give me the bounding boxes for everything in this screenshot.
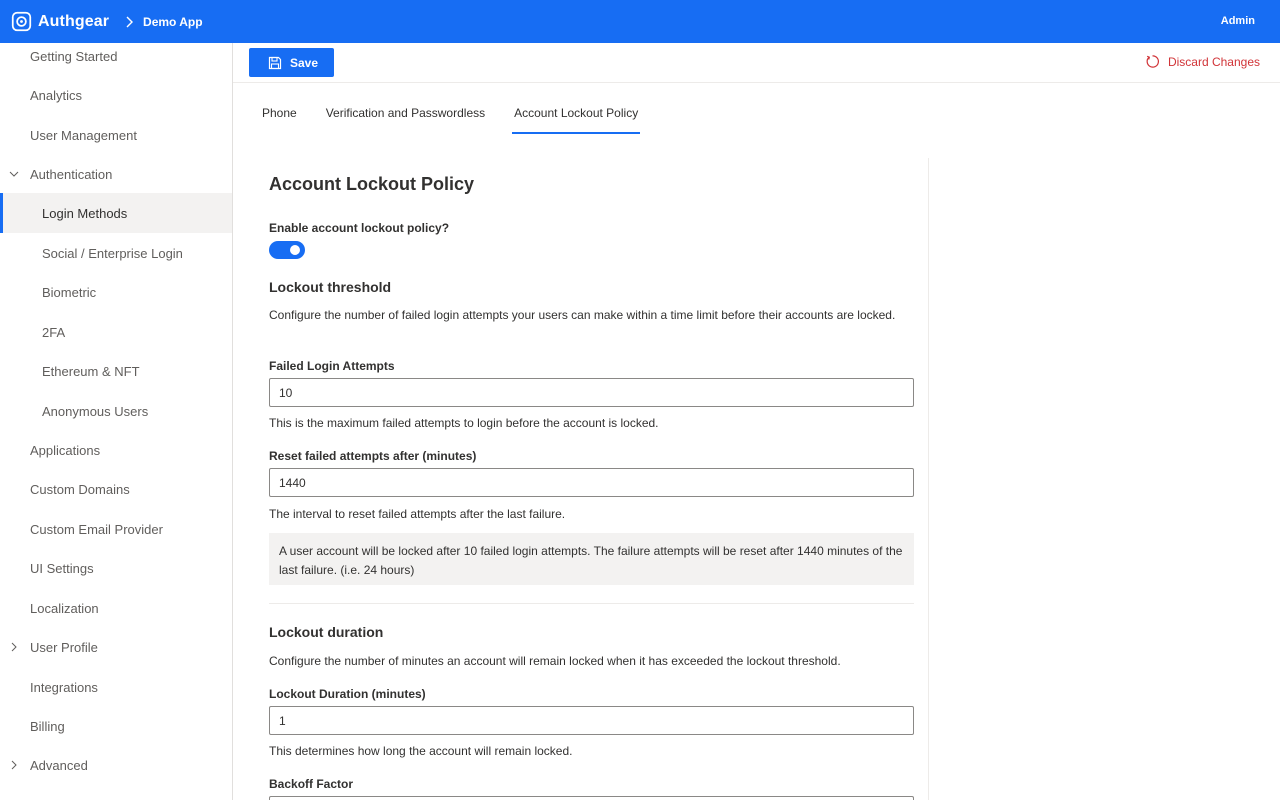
sidebar-item-applications[interactable]: Applications (0, 430, 232, 470)
sidebar-item-label: Custom Email Provider (30, 521, 163, 537)
sidebar-item-label: Advanced (30, 757, 88, 773)
tab-phone[interactable]: Phone (262, 106, 297, 134)
lockout-duration-label: Lockout Duration (minutes) (269, 687, 426, 701)
chevron-down-icon (9, 171, 19, 177)
sidebar-item-authentication[interactable]: Authentication (0, 154, 232, 194)
lockout-threshold-description: Configure the number of failed login att… (269, 308, 896, 322)
sidebar-item-label: Login Methods (42, 205, 128, 221)
sidebar-item-getting-started[interactable]: Getting Started (0, 43, 232, 76)
sidebar-item-2fa[interactable]: 2FA (0, 312, 232, 352)
sidebar-item-login-methods[interactable]: Login Methods (0, 193, 232, 233)
sidebar-item-integrations[interactable]: Integrations (0, 667, 232, 707)
sidebar-item-biometric[interactable]: Biometric (0, 272, 232, 312)
sidebar-item-custom-domains[interactable]: Custom Domains (0, 469, 232, 509)
authgear-logo-icon (11, 11, 32, 32)
sidebar-item-label: Billing (30, 718, 65, 734)
page-title: Account Lockout Policy (269, 174, 475, 194)
chevron-right-icon (126, 16, 134, 27)
discard-changes-label: Discard Changes (1167, 54, 1260, 69)
reset-attempts-label: Reset failed attempts after (minutes) (269, 449, 477, 463)
tab-verification-passwordless[interactable]: Verification and Passwordless (326, 106, 485, 134)
failed-login-attempts-help: This is the maximum failed attempts to l… (269, 416, 659, 430)
sidebar-item-user-management[interactable]: User Management (0, 115, 232, 155)
save-button-label: Save (290, 55, 319, 70)
breadcrumb-app[interactable]: Demo App (143, 15, 203, 29)
sidebar-item-localization[interactable]: Localization (0, 588, 232, 628)
sidebar-item-custom-email-provider[interactable]: Custom Email Provider (0, 509, 232, 549)
section-divider (269, 603, 914, 604)
command-bar: Save Discard Changes (233, 43, 1280, 83)
tab-list: Phone Verification and Passwordless Acco… (262, 106, 667, 134)
sidebar-item-billing[interactable]: Billing (0, 706, 232, 746)
sidebar-item-label: Authentication (30, 166, 113, 182)
lockout-duration-input[interactable]: 1 (269, 706, 914, 735)
sidebar-item-label: UI Settings (30, 560, 94, 576)
failed-login-attempts-label: Failed Login Attempts (269, 359, 395, 373)
sidebar: Getting Started Analytics User Managemen… (0, 43, 233, 800)
lockout-duration-description: Configure the number of minutes an accou… (269, 654, 841, 668)
brand[interactable]: Authgear (11, 11, 109, 32)
reset-attempts-input[interactable]: 1440 (269, 468, 914, 497)
sidebar-item-analytics[interactable]: Analytics (0, 75, 232, 115)
sidebar-item-anonymous-users[interactable]: Anonymous Users (0, 391, 232, 431)
undo-icon (1146, 55, 1159, 68)
tab-account-lockout-policy[interactable]: Account Lockout Policy (512, 106, 641, 134)
sidebar-item-label: Custom Domains (30, 481, 130, 497)
sidebar-item-ethereum-nft[interactable]: Ethereum & NFT (0, 351, 232, 391)
content-card: Account Lockout Policy Enable account lo… (254, 158, 929, 800)
chevron-right-icon (11, 760, 17, 770)
chevron-right-icon (11, 642, 17, 652)
sidebar-item-label: Social / Enterprise Login (42, 245, 183, 261)
lockout-summary-note: A user account will be locked after 10 f… (269, 533, 914, 585)
sidebar-item-label: User Profile (30, 639, 98, 655)
sidebar-item-user-profile[interactable]: User Profile (0, 627, 232, 667)
sidebar-item-label: Getting Started (30, 48, 118, 64)
save-icon (268, 56, 282, 69)
discard-changes-button[interactable]: Discard Changes (1145, 54, 1260, 69)
sidebar-item-label: Integrations (30, 679, 98, 695)
enable-lockout-label: Enable account lockout policy? (269, 221, 450, 235)
sidebar-item-label: Biometric (42, 284, 97, 300)
brand-name: Authgear (38, 12, 110, 30)
sidebar-item-label: Applications (30, 442, 101, 458)
sidebar-item-label: User Management (30, 127, 137, 143)
failed-login-attempts-input[interactable]: 10 (269, 378, 914, 407)
lockout-duration-title: Lockout duration (269, 624, 384, 640)
sidebar-item-advanced[interactable]: Advanced (0, 745, 232, 785)
reset-attempts-help: The interval to reset failed attempts af… (269, 507, 566, 521)
lockout-duration-help: This determines how long the account wil… (269, 744, 573, 758)
sidebar-item-label: Anonymous Users (42, 403, 149, 419)
lockout-threshold-title: Lockout threshold (269, 279, 392, 295)
sidebar-item-label: Ethereum & NFT (42, 363, 140, 379)
sidebar-item-ui-settings[interactable]: UI Settings (0, 548, 232, 588)
sidebar-item-label: Analytics (30, 87, 83, 103)
backoff-factor-input[interactable] (269, 796, 914, 800)
backoff-factor-label: Backoff Factor (269, 777, 354, 791)
top-bar: Authgear Demo App Admin (0, 0, 1280, 43)
sidebar-item-label: Localization (30, 600, 99, 616)
sidebar-item-social-enterprise-login[interactable]: Social / Enterprise Login (0, 233, 232, 273)
enable-lockout-toggle[interactable] (269, 241, 305, 259)
user-menu[interactable]: Admin (1221, 15, 1255, 27)
sidebar-item-label: 2FA (42, 324, 66, 340)
save-button[interactable]: Save (249, 48, 334, 77)
